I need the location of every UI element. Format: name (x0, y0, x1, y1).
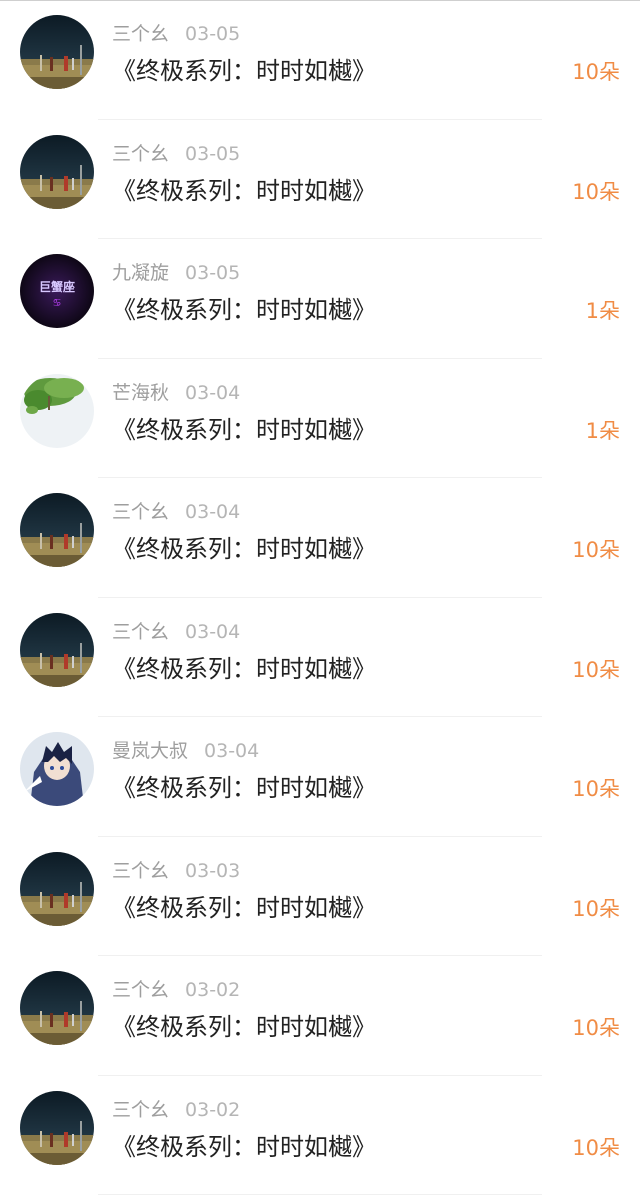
date: 03-04 (185, 382, 240, 404)
avatar[interactable]: 巨蟹座 ♋ (20, 254, 94, 328)
gift-title: 《终极系列：时时如樾》 (112, 54, 376, 88)
gift-title: 《终极系列：时时如樾》 (112, 771, 376, 805)
entry-meta: 三个幺 03-05 (112, 140, 240, 168)
username[interactable]: 三个幺 (112, 979, 169, 1001)
list-item[interactable]: 三个幺 03-03 《终极系列：时时如樾》 10朵 (0, 837, 640, 957)
date: 03-04 (185, 501, 240, 523)
username[interactable]: 曼岚大叔 (112, 740, 188, 762)
flower-count: 1朵 (586, 415, 620, 447)
gift-title: 《终极系列：时时如樾》 (112, 1010, 376, 1044)
list-item[interactable]: 三个幺 03-05 《终极系列：时时如樾》 10朵 (0, 0, 640, 120)
date: 03-05 (185, 262, 240, 284)
entry-meta: 三个幺 03-03 (112, 857, 240, 885)
date: 03-03 (185, 860, 240, 882)
username[interactable]: 九凝旋 (112, 262, 169, 284)
gift-title: 《终极系列：时时如樾》 (112, 1130, 376, 1164)
list-item[interactable]: 巨蟹座 ♋ 九凝旋 03-05 《终极系列：时时如樾》 1朵 (0, 239, 640, 359)
list-item[interactable]: 三个幺 03-05 《终极系列：时时如樾》 10朵 (0, 120, 640, 240)
avatar[interactable] (20, 493, 94, 567)
date: 03-05 (185, 143, 240, 165)
username[interactable]: 三个幺 (112, 621, 169, 643)
date: 03-02 (185, 1099, 240, 1121)
flower-count: 10朵 (572, 773, 620, 805)
gift-title: 《终极系列：时时如樾》 (112, 891, 376, 925)
avatar[interactable] (20, 374, 94, 448)
avatar[interactable] (20, 135, 94, 209)
date: 03-02 (185, 979, 240, 1001)
avatar[interactable] (20, 971, 94, 1045)
entry-meta: 三个幺 03-02 (112, 1096, 240, 1124)
flower-count: 10朵 (572, 56, 620, 88)
gift-title: 《终极系列：时时如樾》 (112, 413, 376, 447)
date: 03-04 (204, 740, 259, 762)
avatar[interactable] (20, 613, 94, 687)
date: 03-04 (185, 621, 240, 643)
username[interactable]: 三个幺 (112, 143, 169, 165)
gift-record-list: 三个幺 03-05 《终极系列：时时如樾》 10朵 三个幺 03-05 《终极系列：时时如… (0, 0, 640, 1195)
flower-count: 10朵 (572, 176, 620, 208)
list-item[interactable]: 三个幺 03-02 《终极系列：时时如樾》 10朵 (0, 956, 640, 1076)
list-item[interactable]: 三个幺 03-02 《终极系列：时时如樾》 10朵 (0, 1076, 640, 1195)
gift-title: 《终极系列：时时如樾》 (112, 652, 376, 686)
entry-meta: 三个幺 03-04 (112, 498, 240, 526)
username[interactable]: 三个幺 (112, 501, 169, 523)
avatar[interactable] (20, 15, 94, 89)
entry-meta: 芒海秋 03-04 (112, 379, 240, 407)
flower-count: 10朵 (572, 1012, 620, 1044)
list-item[interactable]: 曼岚大叔 03-04 《终极系列：时时如樾》 10朵 (0, 717, 640, 837)
gift-title: 《终极系列：时时如樾》 (112, 293, 376, 327)
flower-count: 1朵 (586, 295, 620, 327)
avatar[interactable] (20, 1091, 94, 1165)
list-item[interactable]: 芒海秋 03-04 《终极系列：时时如樾》 1朵 (0, 359, 640, 479)
list-item[interactable]: 三个幺 03-04 《终极系列：时时如樾》 10朵 (0, 478, 640, 598)
entry-meta: 九凝旋 03-05 (112, 259, 240, 287)
flower-count: 10朵 (572, 1132, 620, 1164)
username[interactable]: 三个幺 (112, 860, 169, 882)
entry-meta: 三个幺 03-05 (112, 20, 240, 48)
username[interactable]: 芒海秋 (112, 382, 169, 404)
entry-meta: 曼岚大叔 03-04 (112, 737, 259, 765)
gift-title: 《终极系列：时时如樾》 (112, 532, 376, 566)
gift-title: 《终极系列：时时如樾》 (112, 174, 376, 208)
svg-text:♋: ♋ (53, 298, 62, 309)
list-item[interactable]: 三个幺 03-04 《终极系列：时时如樾》 10朵 (0, 598, 640, 718)
date: 03-05 (185, 23, 240, 45)
flower-count: 10朵 (572, 534, 620, 566)
username[interactable]: 三个幺 (112, 23, 169, 45)
flower-count: 10朵 (572, 654, 620, 686)
avatar[interactable] (20, 852, 94, 926)
entry-meta: 三个幺 03-02 (112, 976, 240, 1004)
flower-count: 10朵 (572, 893, 620, 925)
entry-meta: 三个幺 03-04 (112, 618, 240, 646)
svg-text:巨蟹座: 巨蟹座 (39, 279, 75, 294)
username[interactable]: 三个幺 (112, 1099, 169, 1121)
avatar[interactable] (20, 732, 94, 806)
